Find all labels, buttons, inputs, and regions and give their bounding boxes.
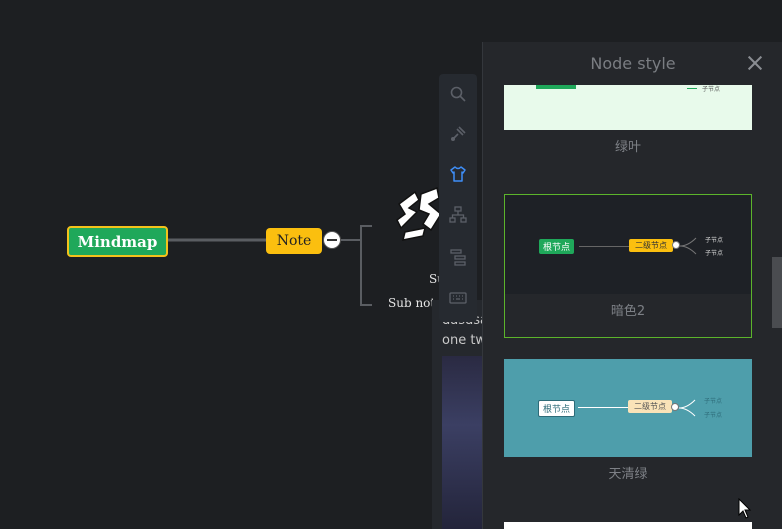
mouse-cursor-icon [738,498,752,519]
sidebar-title: Node style [590,54,676,73]
preview-root: 根节点 [538,400,576,417]
scrollbar-thumb[interactable] [772,257,782,328]
preview-root-fragment [536,85,576,89]
brush-icon[interactable] [448,124,468,144]
shirt-icon[interactable] [448,164,468,184]
root-node[interactable]: Mindmap [67,226,168,257]
theme-preview: 根节点 二级节点 子节点 子节点 [505,195,751,294]
preview-root: 根节点 [539,239,575,254]
theme-card-dark2[interactable]: 根节点 二级节点 子节点 子节点 暗色2 [504,194,752,338]
preview-child: 子节点 [705,237,724,244]
preview-child: 子节点 [702,86,721,93]
close-icon[interactable] [747,55,763,71]
outline-icon[interactable] [448,247,468,267]
theme-card-next[interactable] [504,522,752,529]
preview-line [578,407,628,408]
theme-card-lvye[interactable]: 子节点 绿叶 [504,85,752,155]
preview-line [579,246,629,247]
theme-card-tianqinglv[interactable]: 根节点 二级节点 子节点 子节点 天清绿 [504,359,752,482]
preview-child: 子节点 [705,250,724,257]
search-icon[interactable] [448,84,468,104]
keyboard-icon[interactable] [448,288,468,308]
preview-branch [680,237,697,255]
preview-second: 二级节点 [629,239,673,252]
preview-line-fragment [687,85,697,89]
note-image [442,356,484,529]
node-style-sidebar: Node style 子节点 绿叶 根节点 二级节点 子节点 子节点 暗色2 根… [482,42,782,529]
note-line: one tw [442,333,484,348]
graffiti-image [396,186,442,241]
sidebar-header: Node style [483,42,782,85]
preview-child: 子节点 [704,412,723,419]
theme-preview: 根节点 二级节点 子节点 子节点 [504,359,752,457]
note-node[interactable]: Note [266,228,322,254]
theme-name: 天清绿 [608,467,648,482]
theme-list[interactable]: 子节点 绿叶 根节点 二级节点 子节点 子节点 暗色2 根节点 二级节点 子节点… [483,85,773,529]
preview-branch [679,399,696,417]
preview-dot [671,403,679,411]
side-toolbar [439,74,477,322]
preview-child: 子节点 [704,398,723,405]
theme-name: 绿叶 [614,140,641,155]
theme-preview: 子节点 [504,85,752,130]
preview-second: 二级节点 [628,400,672,413]
structure-icon[interactable] [448,205,468,225]
theme-name: 暗色2 [610,304,646,319]
preview-dot [672,241,680,249]
collapse-button[interactable] [323,231,341,249]
